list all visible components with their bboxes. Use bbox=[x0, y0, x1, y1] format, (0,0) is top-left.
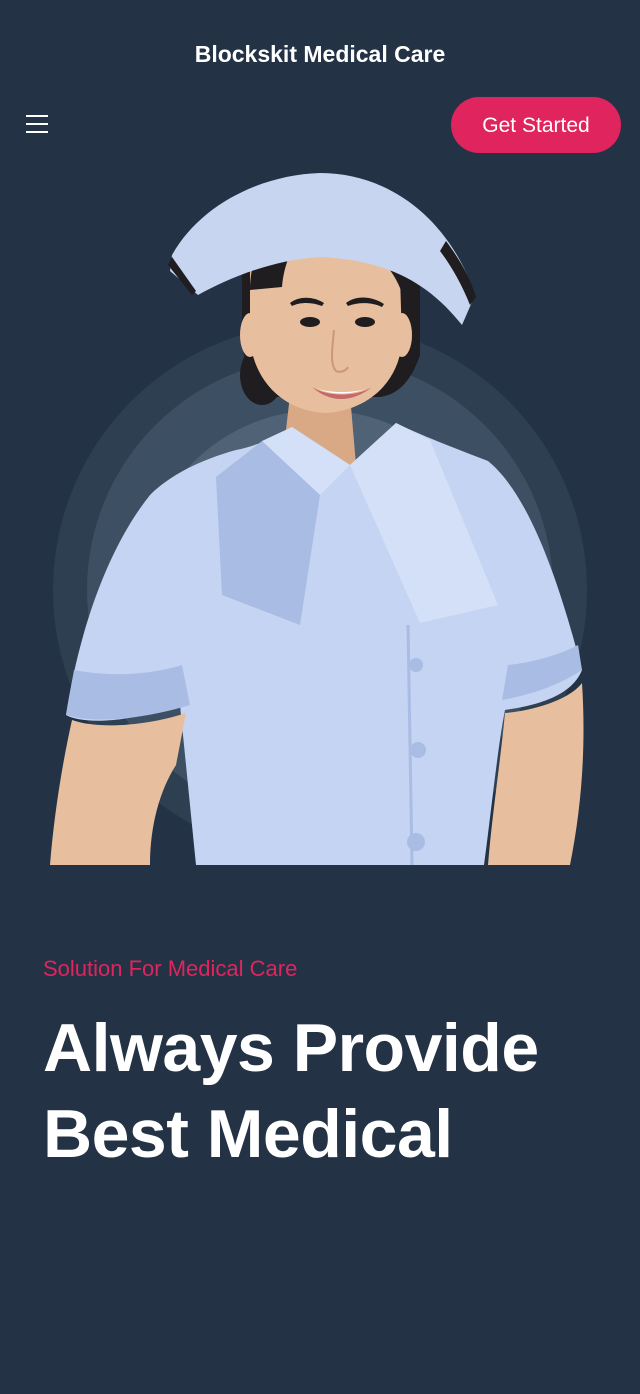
hero-image bbox=[0, 165, 640, 865]
site-title: Blockskit Medical Care bbox=[194, 41, 446, 67]
hero-eyebrow: Solution For Medical Care bbox=[43, 956, 298, 981]
hamburger-menu-icon[interactable] bbox=[26, 112, 50, 136]
hero-headline: Always Provide Best Medical bbox=[43, 1010, 539, 1172]
get-started-button[interactable]: Get Started bbox=[451, 97, 621, 153]
